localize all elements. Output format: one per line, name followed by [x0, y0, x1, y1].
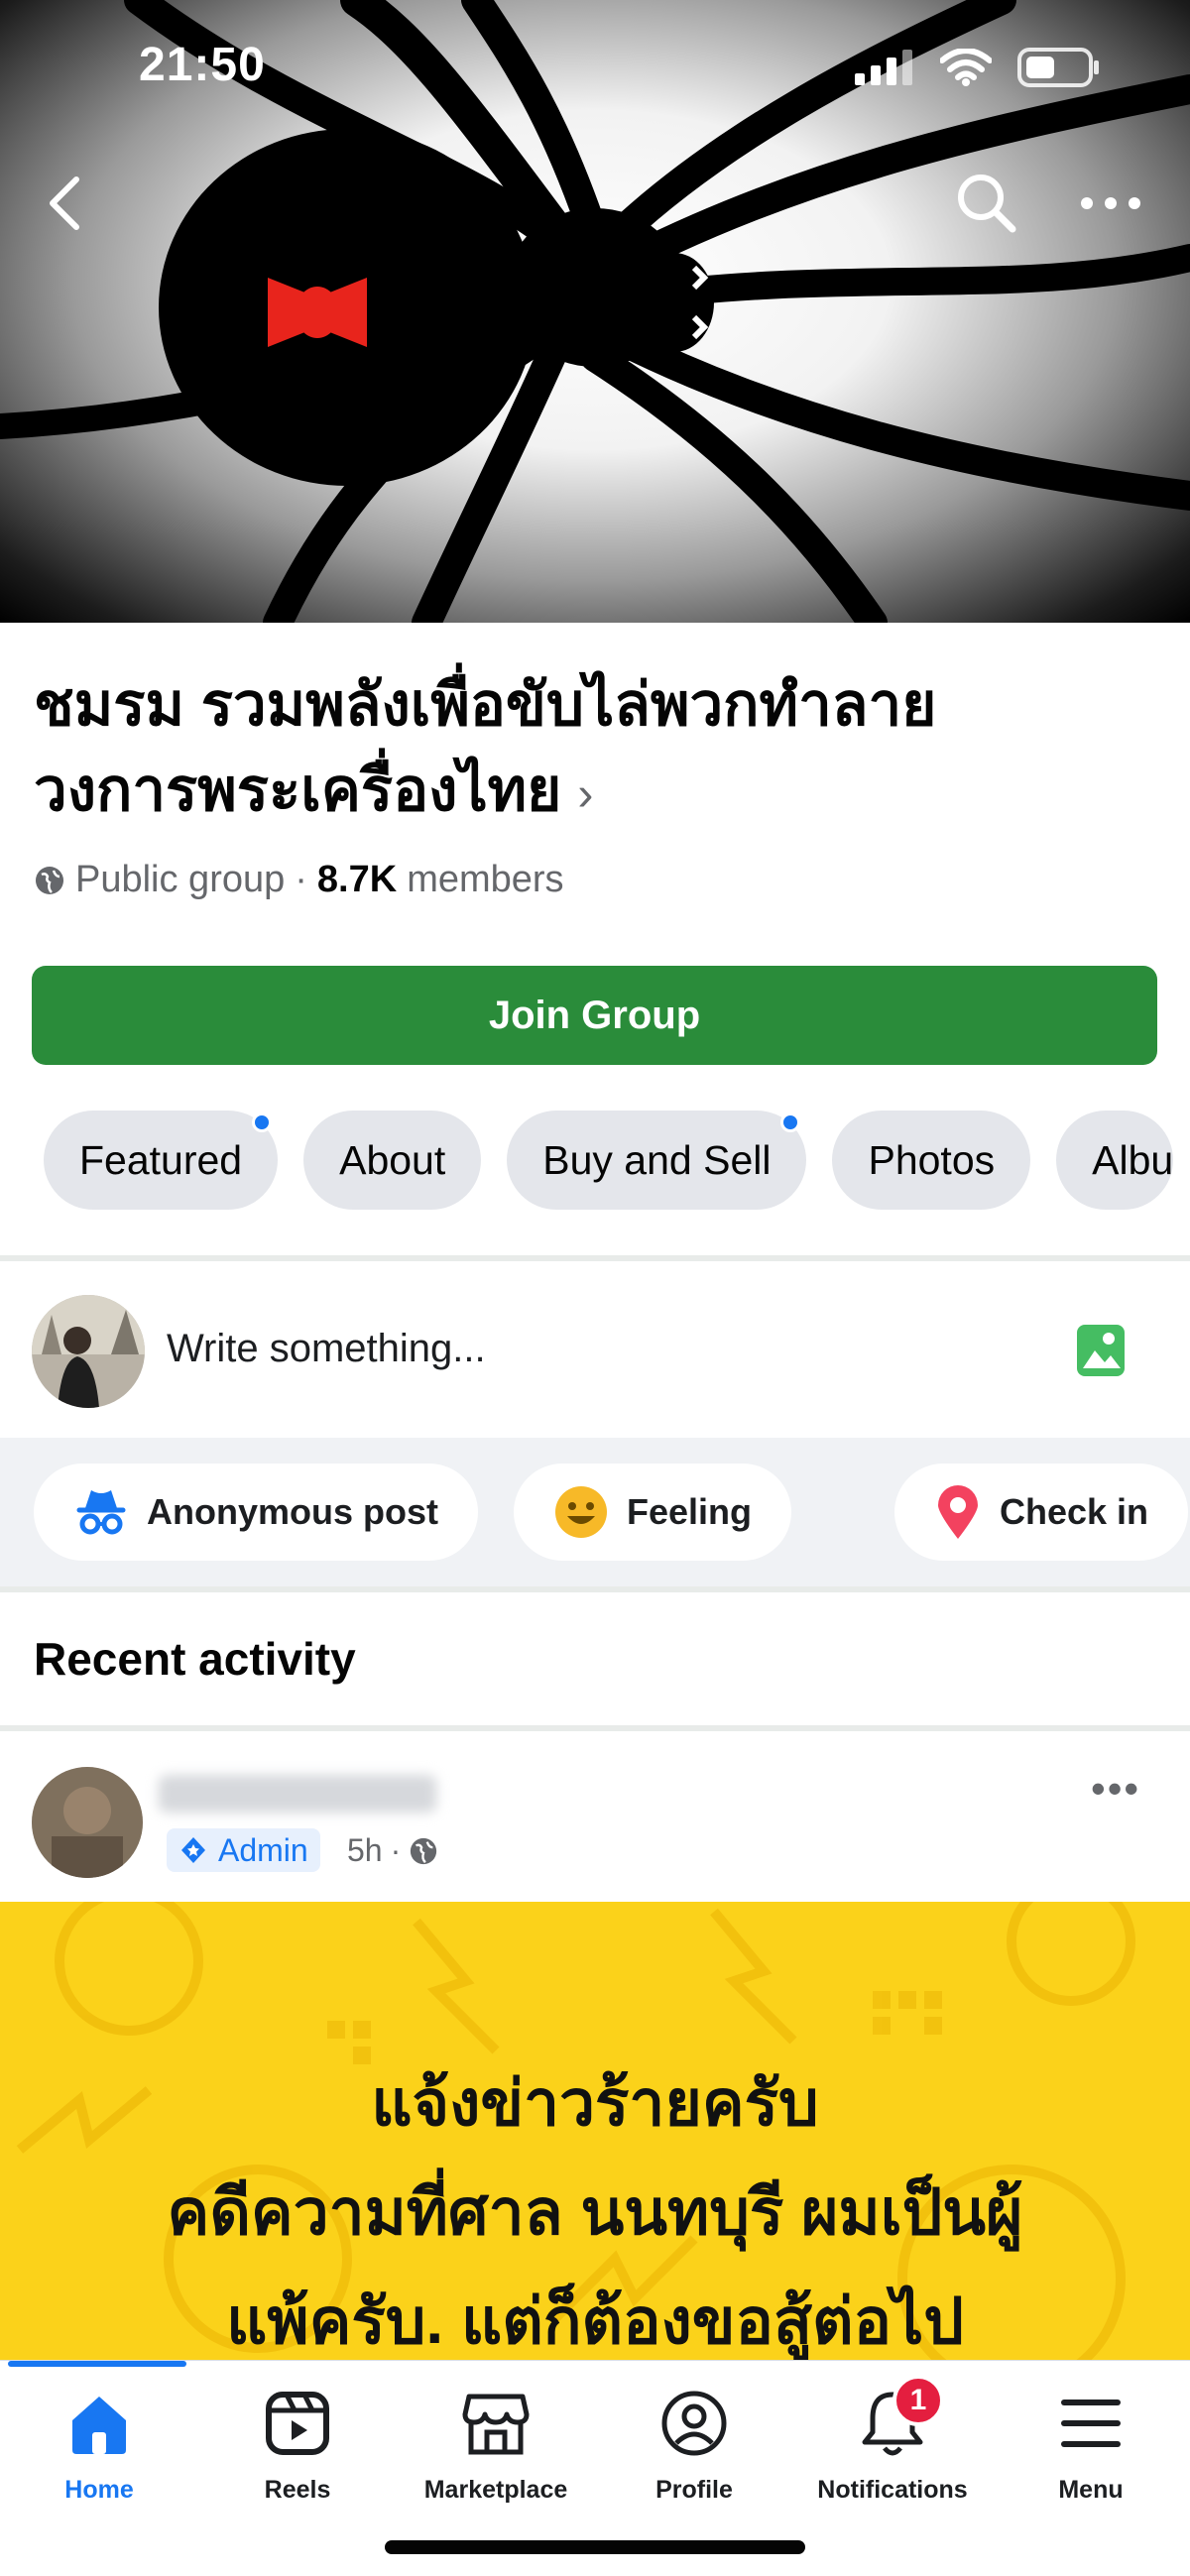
admin-label: Admin [218, 1831, 308, 1868]
clock: 21:50 [139, 39, 266, 91]
nav-home[interactable]: Home [0, 2381, 198, 2505]
tab-label: Buy and Sell [542, 1136, 772, 1183]
nav-profile-label: Profile [655, 2476, 733, 2504]
group-tabs: Featured About Buy and Sell Photos Albu [44, 1111, 1174, 1210]
post-author-photo [32, 1767, 143, 1878]
nav-home-label: Home [64, 2476, 134, 2504]
nav-notifications[interactable]: 1 Notifications [793, 2375, 992, 2505]
nav-profile[interactable]: Profile [595, 2381, 793, 2505]
post-more-options-button[interactable]: ••• [1091, 1765, 1140, 1813]
search-button[interactable] [942, 159, 1031, 248]
post-time-separator: · [390, 1832, 402, 1868]
nav-marketplace[interactable]: Marketplace [397, 2381, 595, 2505]
tab-buy-and-sell[interactable]: Buy and Sell [507, 1111, 807, 1210]
section-divider [0, 1586, 1190, 1592]
post-time-label: 5h [347, 1832, 383, 1868]
battery-icon [1017, 48, 1099, 87]
post-author-name-blurred[interactable] [159, 1775, 436, 1813]
search-icon [958, 175, 1016, 233]
members-label: members [407, 859, 564, 900]
cellular-signal-icon [855, 50, 912, 85]
reels-icon [265, 2381, 330, 2466]
photo-icon [1077, 1325, 1125, 1376]
write-something-input[interactable]: Write something... [167, 1327, 486, 1371]
unread-dot [780, 1112, 801, 1132]
home-indicator[interactable] [385, 2540, 805, 2554]
location-pin-icon [938, 1485, 978, 1539]
post-author-avatar[interactable] [32, 1767, 143, 1878]
tab-label: Photos [868, 1136, 996, 1183]
feeling-label: Feeling [627, 1491, 753, 1532]
group-title-line1: ชมรม รวมพลังเพื่อขับไล่พวกทำลาย [34, 671, 937, 738]
section-divider [0, 1725, 1190, 1731]
wifi-icon [940, 49, 992, 86]
nav-reels-label: Reels [264, 2476, 331, 2504]
profile-icon [660, 2381, 728, 2466]
globe-icon [36, 866, 63, 894]
feeling-button[interactable]: Feeling [514, 1464, 792, 1561]
chevron-left-icon [50, 176, 79, 230]
group-title[interactable]: ชมรม รวมพลังเพื่อขับไล่พวกทำลาย วงการพระ… [34, 662, 1144, 838]
check-in-button[interactable]: Check in [894, 1464, 1189, 1561]
anonymous-post-button[interactable]: Anonymous post [34, 1464, 478, 1561]
more-options-button[interactable] [1066, 159, 1155, 248]
tab-label: Featured [79, 1136, 243, 1183]
tab-about[interactable]: About [303, 1111, 482, 1210]
member-count: 8.7K [316, 859, 398, 900]
user-avatar[interactable] [32, 1295, 145, 1408]
back-button[interactable] [20, 159, 109, 248]
group-cover-photo: 21:50 [0, 0, 1190, 623]
chevron-right-icon: › [577, 768, 594, 821]
admin-badge: Admin [167, 1828, 320, 1872]
bell-icon: 1 [861, 2375, 944, 2466]
user-avatar-photo [32, 1295, 145, 1408]
anonymous-post-label: Anonymous post [147, 1491, 438, 1532]
admin-shield-icon [181, 1837, 205, 1863]
post-image-text-line1: แจ้งข่าวร้ายครับ [371, 2067, 819, 2139]
group-title-line2: วงการพระเครื่องไทย [34, 757, 562, 823]
tab-albums[interactable]: Albu [1056, 1111, 1174, 1210]
tab-label: About [339, 1136, 446, 1183]
privacy-label: Public group [75, 859, 286, 900]
globe-icon [411, 1837, 437, 1864]
nav-menu-label: Menu [1058, 2476, 1124, 2504]
nav-reels[interactable]: Reels [198, 2381, 397, 2505]
status-bar: 21:50 [0, 0, 1190, 139]
smiley-icon [555, 1486, 607, 1538]
section-divider [0, 1255, 1190, 1261]
post-timestamp: 5h · [347, 1832, 438, 1869]
unread-dot [252, 1112, 273, 1132]
check-in-label: Check in [1000, 1491, 1149, 1532]
more-horizontal-icon [1081, 197, 1140, 209]
group-meta: Public group · 8.7K members [34, 859, 564, 901]
post-image-text-line2: คดีความที่ศาล นนทบุรี ผมเป็นผู้ [167, 2176, 1023, 2248]
join-group-button[interactable]: Join Group [32, 966, 1157, 1065]
status-icons [855, 48, 1101, 87]
home-icon [64, 2381, 134, 2466]
menu-icon [1059, 2381, 1123, 2466]
incognito-icon [76, 1490, 126, 1535]
add-photo-button[interactable] [1075, 1323, 1127, 1383]
post-image[interactable]: แจ้งข่าวร้ายครับ คดีความที่ศาล นนทบุรี ผ… [0, 1902, 1190, 2368]
tab-label: Albu [1092, 1136, 1174, 1183]
tab-featured[interactable]: Featured [44, 1111, 279, 1210]
tab-photos[interactable]: Photos [832, 1111, 1031, 1210]
recent-activity-heading: Recent activity [34, 1633, 356, 1685]
meta-separator: · [295, 859, 307, 900]
active-tab-indicator [8, 2361, 186, 2367]
nav-menu[interactable]: Menu [992, 2381, 1190, 2505]
post-image-text-line3: แพ้ครับ. แต่ก็ต้องขอสู้ต่อไป [226, 2285, 964, 2357]
marketplace-icon [461, 2381, 531, 2466]
notification-count-badge: 1 [892, 2375, 944, 2426]
nav-marketplace-label: Marketplace [423, 2476, 568, 2504]
nav-notifications-label: Notifications [817, 2476, 968, 2504]
